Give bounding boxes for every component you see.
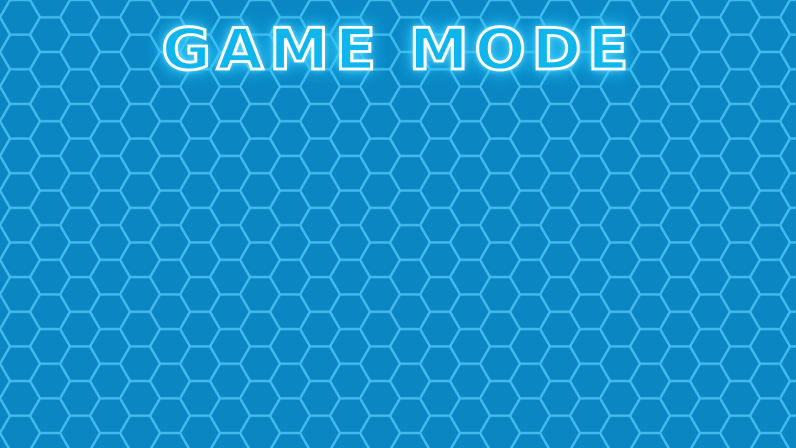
game-mode-screen: GAME MODE	[0, 0, 796, 448]
title-banner: GAME MODE	[0, 10, 796, 100]
game-mode-title: GAME MODE	[160, 15, 635, 84]
